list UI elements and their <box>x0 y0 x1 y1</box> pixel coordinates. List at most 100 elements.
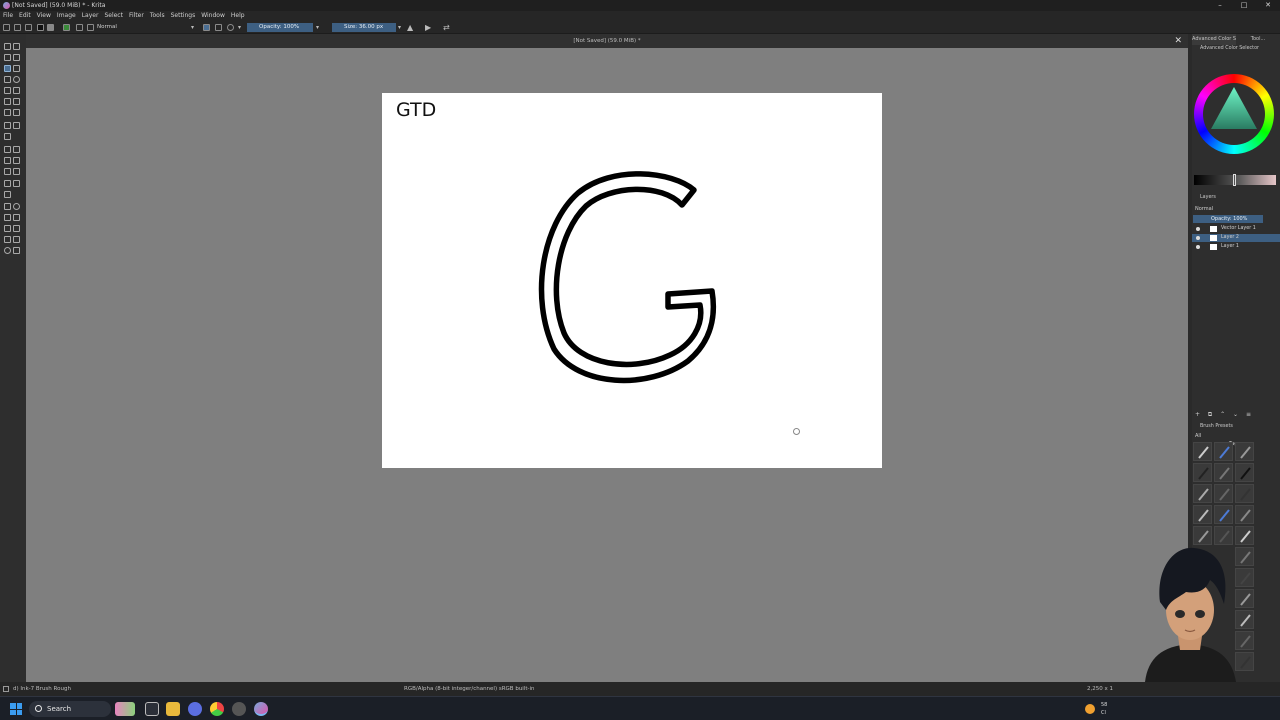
outline-select-tool-icon[interactable] <box>13 214 20 221</box>
blend-mode-select[interactable]: Normal <box>97 22 117 33</box>
menu-view[interactable]: View <box>37 11 51 21</box>
bezier-tool-icon[interactable] <box>4 98 11 105</box>
rect-select-tool-icon[interactable] <box>4 203 11 210</box>
save-document-icon[interactable] <box>25 24 32 31</box>
fill-tool-icon[interactable] <box>4 168 11 175</box>
close-document-icon[interactable]: ✕ <box>1174 34 1182 48</box>
gradient-icon[interactable] <box>76 24 83 31</box>
menu-tools[interactable]: Tools <box>150 11 165 21</box>
brush-preset-tile[interactable] <box>1193 463 1212 482</box>
brush-preset-tile[interactable] <box>1214 484 1233 503</box>
weather-icon[interactable] <box>1085 704 1095 714</box>
color-wheel[interactable] <box>1194 74 1274 154</box>
open-document-icon[interactable] <box>14 24 21 31</box>
layer-row[interactable]: Layer 2 <box>1192 234 1280 242</box>
similar-select-tool-icon[interactable] <box>13 225 20 232</box>
pan-tool-icon[interactable] <box>13 247 20 254</box>
close-window-button[interactable]: ✕ <box>1256 0 1280 11</box>
new-document-icon[interactable] <box>3 24 10 31</box>
taskbar-search[interactable]: Search <box>29 701 111 717</box>
freehand-path-tool-icon[interactable] <box>13 98 20 105</box>
brush-preset-tile[interactable] <box>1235 484 1254 503</box>
brush-preset-tile[interactable] <box>1214 505 1233 524</box>
brush-preset-tile[interactable] <box>1214 463 1233 482</box>
text-tool-icon[interactable] <box>13 43 20 50</box>
enclose-fill-tool-icon[interactable] <box>13 168 20 175</box>
menu-window[interactable]: Window <box>201 11 225 21</box>
reference-images-tool-icon[interactable] <box>4 191 11 198</box>
menu-filter[interactable]: Filter <box>129 11 144 21</box>
pattern-icon[interactable] <box>63 24 70 31</box>
ellipse-select-tool-icon[interactable] <box>13 203 20 210</box>
layer-action-buttons[interactable]: + ⧉ ⌃ ⌄ ≡ <box>1192 410 1280 419</box>
dynamic-brush-tool-icon[interactable] <box>4 109 11 116</box>
move-tool-icon[interactable] <box>13 122 20 129</box>
polyline-tool-icon[interactable] <box>13 87 20 94</box>
multibrush-tool-icon[interactable] <box>13 109 20 116</box>
brush-preset-tile[interactable] <box>1214 442 1233 461</box>
opacity-slider[interactable]: Opacity: 100% <box>247 23 313 32</box>
foreground-color-swatch[interactable] <box>37 24 44 31</box>
background-color-swatch[interactable] <box>47 24 54 31</box>
assistant-tool-icon[interactable] <box>4 180 11 187</box>
polygon-tool-icon[interactable] <box>4 87 11 94</box>
canvas-viewport[interactable]: GTD <box>26 48 1188 682</box>
colorize-mask-tool-icon[interactable] <box>4 157 11 164</box>
brush-preset-tile[interactable] <box>1193 505 1212 524</box>
brush-preset-tile[interactable] <box>1235 442 1254 461</box>
color-triangle[interactable] <box>1194 74 1274 154</box>
color-picker-tool-icon[interactable] <box>13 146 20 153</box>
erase-mode-icon[interactable] <box>203 24 210 31</box>
colorspace-label[interactable]: RGB/Alpha (8-bit integer/channel) sRGB b… <box>404 682 535 696</box>
size-slider[interactable]: Size: 36.00 px <box>332 23 396 32</box>
krita-taskbar-icon[interactable] <box>254 702 268 716</box>
smart-patch-tool-icon[interactable] <box>13 157 20 164</box>
color-strip-marker[interactable] <box>1233 174 1236 186</box>
task-view-icon[interactable] <box>145 702 159 716</box>
brush-preset-tile[interactable] <box>1235 463 1254 482</box>
crop-tool-icon[interactable] <box>4 133 11 140</box>
freehand-brush-tool-icon[interactable] <box>4 65 11 72</box>
layer-row[interactable]: Vector Layer 1 <box>1192 225 1280 233</box>
menu-settings[interactable]: Settings <box>171 11 196 21</box>
preserve-alpha-icon[interactable] <box>215 24 222 31</box>
calligraphy-tool-icon[interactable] <box>13 54 20 61</box>
obs-icon[interactable] <box>232 702 246 716</box>
zoom-tool-icon[interactable] <box>4 247 11 254</box>
ellipse-tool-icon[interactable] <box>13 76 20 83</box>
eye-icon[interactable] <box>1196 236 1200 240</box>
line-tool-icon[interactable] <box>13 65 20 72</box>
menu-image[interactable]: Image <box>57 11 76 21</box>
brush-preset-tile[interactable] <box>1193 442 1212 461</box>
menu-edit[interactable]: Edit <box>19 11 31 21</box>
color-history-strip[interactable] <box>1194 174 1276 186</box>
edit-shapes-tool-icon[interactable] <box>4 54 11 61</box>
widgets-icon[interactable] <box>115 702 135 716</box>
layer-row[interactable]: Layer 1 <box>1192 243 1280 251</box>
wrap-around-icon[interactable]: ⇄ <box>443 24 450 32</box>
reload-preset-icon[interactable] <box>227 24 234 31</box>
file-explorer-icon[interactable] <box>166 702 180 716</box>
magnetic-select-tool-icon[interactable] <box>13 236 20 243</box>
brush-preset-icon[interactable] <box>3 686 9 692</box>
minimize-button[interactable]: – <box>1208 0 1232 11</box>
contiguous-select-tool-icon[interactable] <box>4 225 11 232</box>
tab-advanced-color-selector[interactable]: Advanced Color S... <box>1192 34 1236 45</box>
select-shapes-tool-icon[interactable] <box>4 43 11 50</box>
brush-preset-icon[interactable] <box>87 24 94 31</box>
document-tab[interactable]: [Not Saved] (59.0 MiB) * <box>573 38 640 44</box>
bezier-select-tool-icon[interactable] <box>4 236 11 243</box>
transform-tool-icon[interactable] <box>4 122 11 129</box>
menu-help[interactable]: Help <box>231 11 245 21</box>
document-canvas[interactable]: GTD <box>382 93 882 468</box>
eye-icon[interactable] <box>1196 245 1200 249</box>
menu-layer[interactable]: Layer <box>82 11 99 21</box>
windows-start-icon[interactable] <box>10 703 22 715</box>
mirror-icon[interactable]: ▲ <box>407 24 413 32</box>
discord-icon[interactable] <box>188 702 202 716</box>
layer-blend-mode[interactable]: Normal <box>1193 205 1263 213</box>
layer-opacity-slider[interactable]: Opacity: 100% <box>1193 215 1263 223</box>
menu-select[interactable]: Select <box>104 11 123 21</box>
menu-file[interactable]: File <box>3 11 13 21</box>
eye-icon[interactable] <box>1196 227 1200 231</box>
